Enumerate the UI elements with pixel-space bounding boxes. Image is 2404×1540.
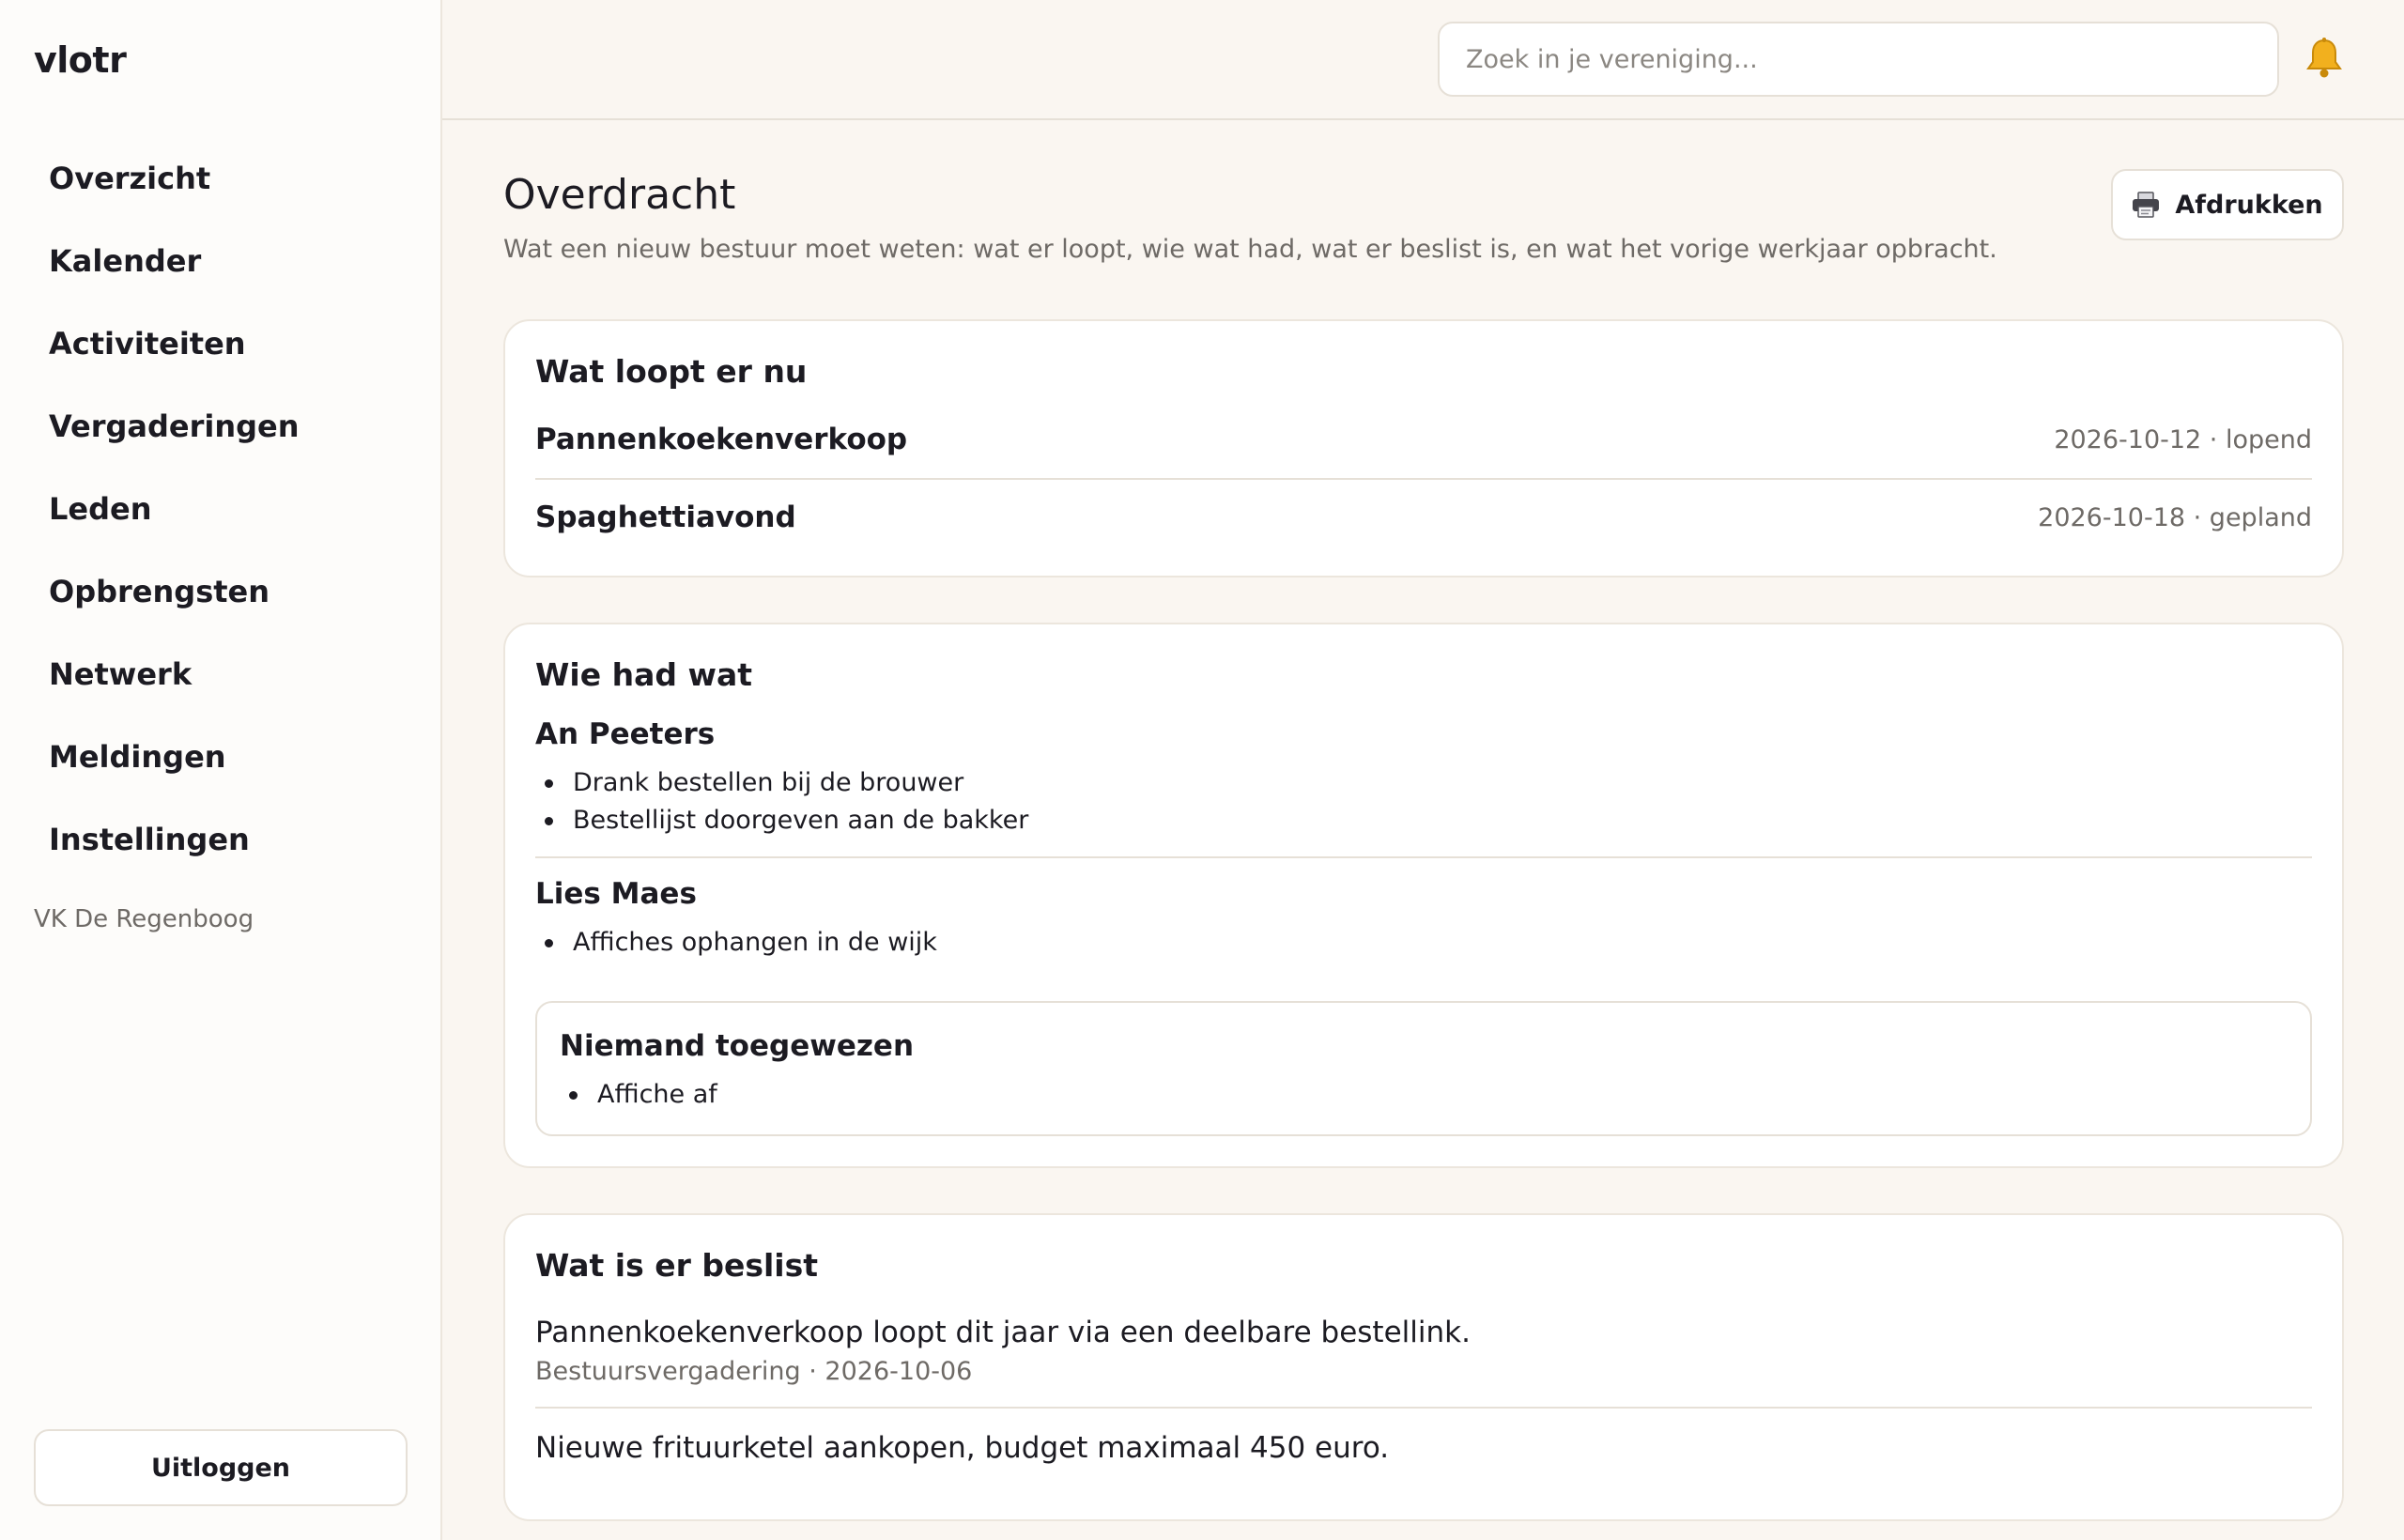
app-root: vlotr Overzicht Kalender Activiteiten Ve…	[0, 0, 2404, 1540]
print-button-label: Afdrukken	[2175, 190, 2323, 220]
sidebar-item-opbrengsten[interactable]: Opbrengsten	[49, 550, 300, 633]
person-name: Lies Maes	[535, 877, 697, 911]
sidebar: vlotr Overzicht Kalender Activiteiten Ve…	[0, 0, 442, 1540]
print-button[interactable]: Afdrukken	[2111, 169, 2344, 240]
decision-meta: Bestuursvergadering · 2026-10-06	[535, 1357, 973, 1386]
search-input[interactable]	[1438, 22, 2279, 97]
running-item-meta: 2026-10-18 · gepland	[2038, 502, 2312, 532]
brand-logo[interactable]: vlotr	[34, 39, 127, 81]
page-subtitle: Wat een nieuw bestuur moet weten: wat er…	[503, 235, 1997, 264]
sidebar-item-overzicht[interactable]: Overzicht	[49, 137, 300, 220]
bell-icon[interactable]	[2302, 34, 2347, 83]
sidebar-item-instellingen[interactable]: Instellingen	[49, 798, 300, 881]
task-item: Drank bestellen bij de brouwer	[535, 764, 2312, 802]
sidebar-item-meldingen[interactable]: Meldingen	[49, 716, 300, 798]
person-block: An Peeters Drank bestellen bij de brouwe…	[535, 717, 2312, 856]
sidebar-item-vergaderingen[interactable]: Vergaderingen	[49, 385, 300, 468]
bell-icon-graphic	[2306, 38, 2342, 78]
page-header: Overdracht Wat een nieuw bestuur moet we…	[503, 120, 2344, 319]
running-item[interactable]: Spaghettiavond 2026-10-18 · gepland	[535, 478, 2312, 555]
running-item-meta: 2026-10-12 · lopend	[2054, 424, 2312, 454]
decision-text: Pannenkoekenverkoop loopt dit jaar via e…	[535, 1316, 1471, 1349]
decisions-card: Wat is er beslist Pannenkoekenverkoop lo…	[503, 1213, 2344, 1521]
task-list: Affiches ophangen in de wijk	[535, 924, 2312, 962]
unassigned-title: Niemand toegewezen	[560, 1029, 915, 1063]
task-item: Affiches ophangen in de wijk	[535, 924, 2312, 962]
organization-name: VK De Regenboog	[34, 905, 254, 933]
sidebar-item-activiteiten[interactable]: Activiteiten	[49, 302, 300, 385]
topbar	[442, 0, 2404, 120]
task-item: Affiche af	[560, 1076, 2288, 1114]
page-title: Overdracht	[503, 171, 736, 219]
decisions-card-title: Wat is er beslist	[535, 1247, 819, 1284]
sidebar-item-leden[interactable]: Leden	[49, 468, 300, 550]
page-content: Overdracht Wat een nieuw bestuur moet we…	[503, 120, 2344, 1540]
sidebar-item-kalender[interactable]: Kalender	[49, 220, 300, 302]
decision-item: Nieuwe frituurketel aankopen, budget max…	[535, 1407, 2312, 1489]
task-item: Bestellijst doorgeven aan de bakker	[535, 802, 2312, 839]
unassigned-block: Niemand toegewezen Affiche af	[535, 1001, 2312, 1136]
main-area: Overdracht Wat een nieuw bestuur moet we…	[442, 0, 2404, 1540]
sidebar-item-netwerk[interactable]: Netwerk	[49, 633, 300, 716]
responsibilities-card: Wie had wat An Peeters Drank bestellen b…	[503, 623, 2344, 1168]
task-list: Affiche af	[560, 1076, 2288, 1114]
sidebar-nav: Overzicht Kalender Activiteiten Vergader…	[49, 137, 300, 881]
running-item-name: Spaghettiavond	[535, 500, 796, 534]
running-card-title: Wat loopt er nu	[535, 353, 808, 390]
running-item-name: Pannenkoekenverkoop	[535, 423, 908, 456]
logout-button[interactable]: Uitloggen	[34, 1429, 408, 1506]
person-name: An Peeters	[535, 717, 716, 751]
printer-icon	[2133, 192, 2160, 218]
task-list: Drank bestellen bij de brouwer Bestellij…	[535, 764, 2312, 839]
running-card: Wat loopt er nu Pannenkoekenverkoop 2026…	[503, 319, 2344, 578]
responsibilities-card-title: Wie had wat	[535, 656, 752, 693]
person-block: Lies Maes Affiches ophangen in de wijk	[535, 856, 2312, 978]
decision-item: Pannenkoekenverkoop loopt dit jaar via e…	[535, 1308, 2312, 1407]
decision-text: Nieuwe frituurketel aankopen, budget max…	[535, 1431, 1390, 1465]
running-item[interactable]: Pannenkoekenverkoop 2026-10-12 · lopend	[535, 401, 2312, 478]
